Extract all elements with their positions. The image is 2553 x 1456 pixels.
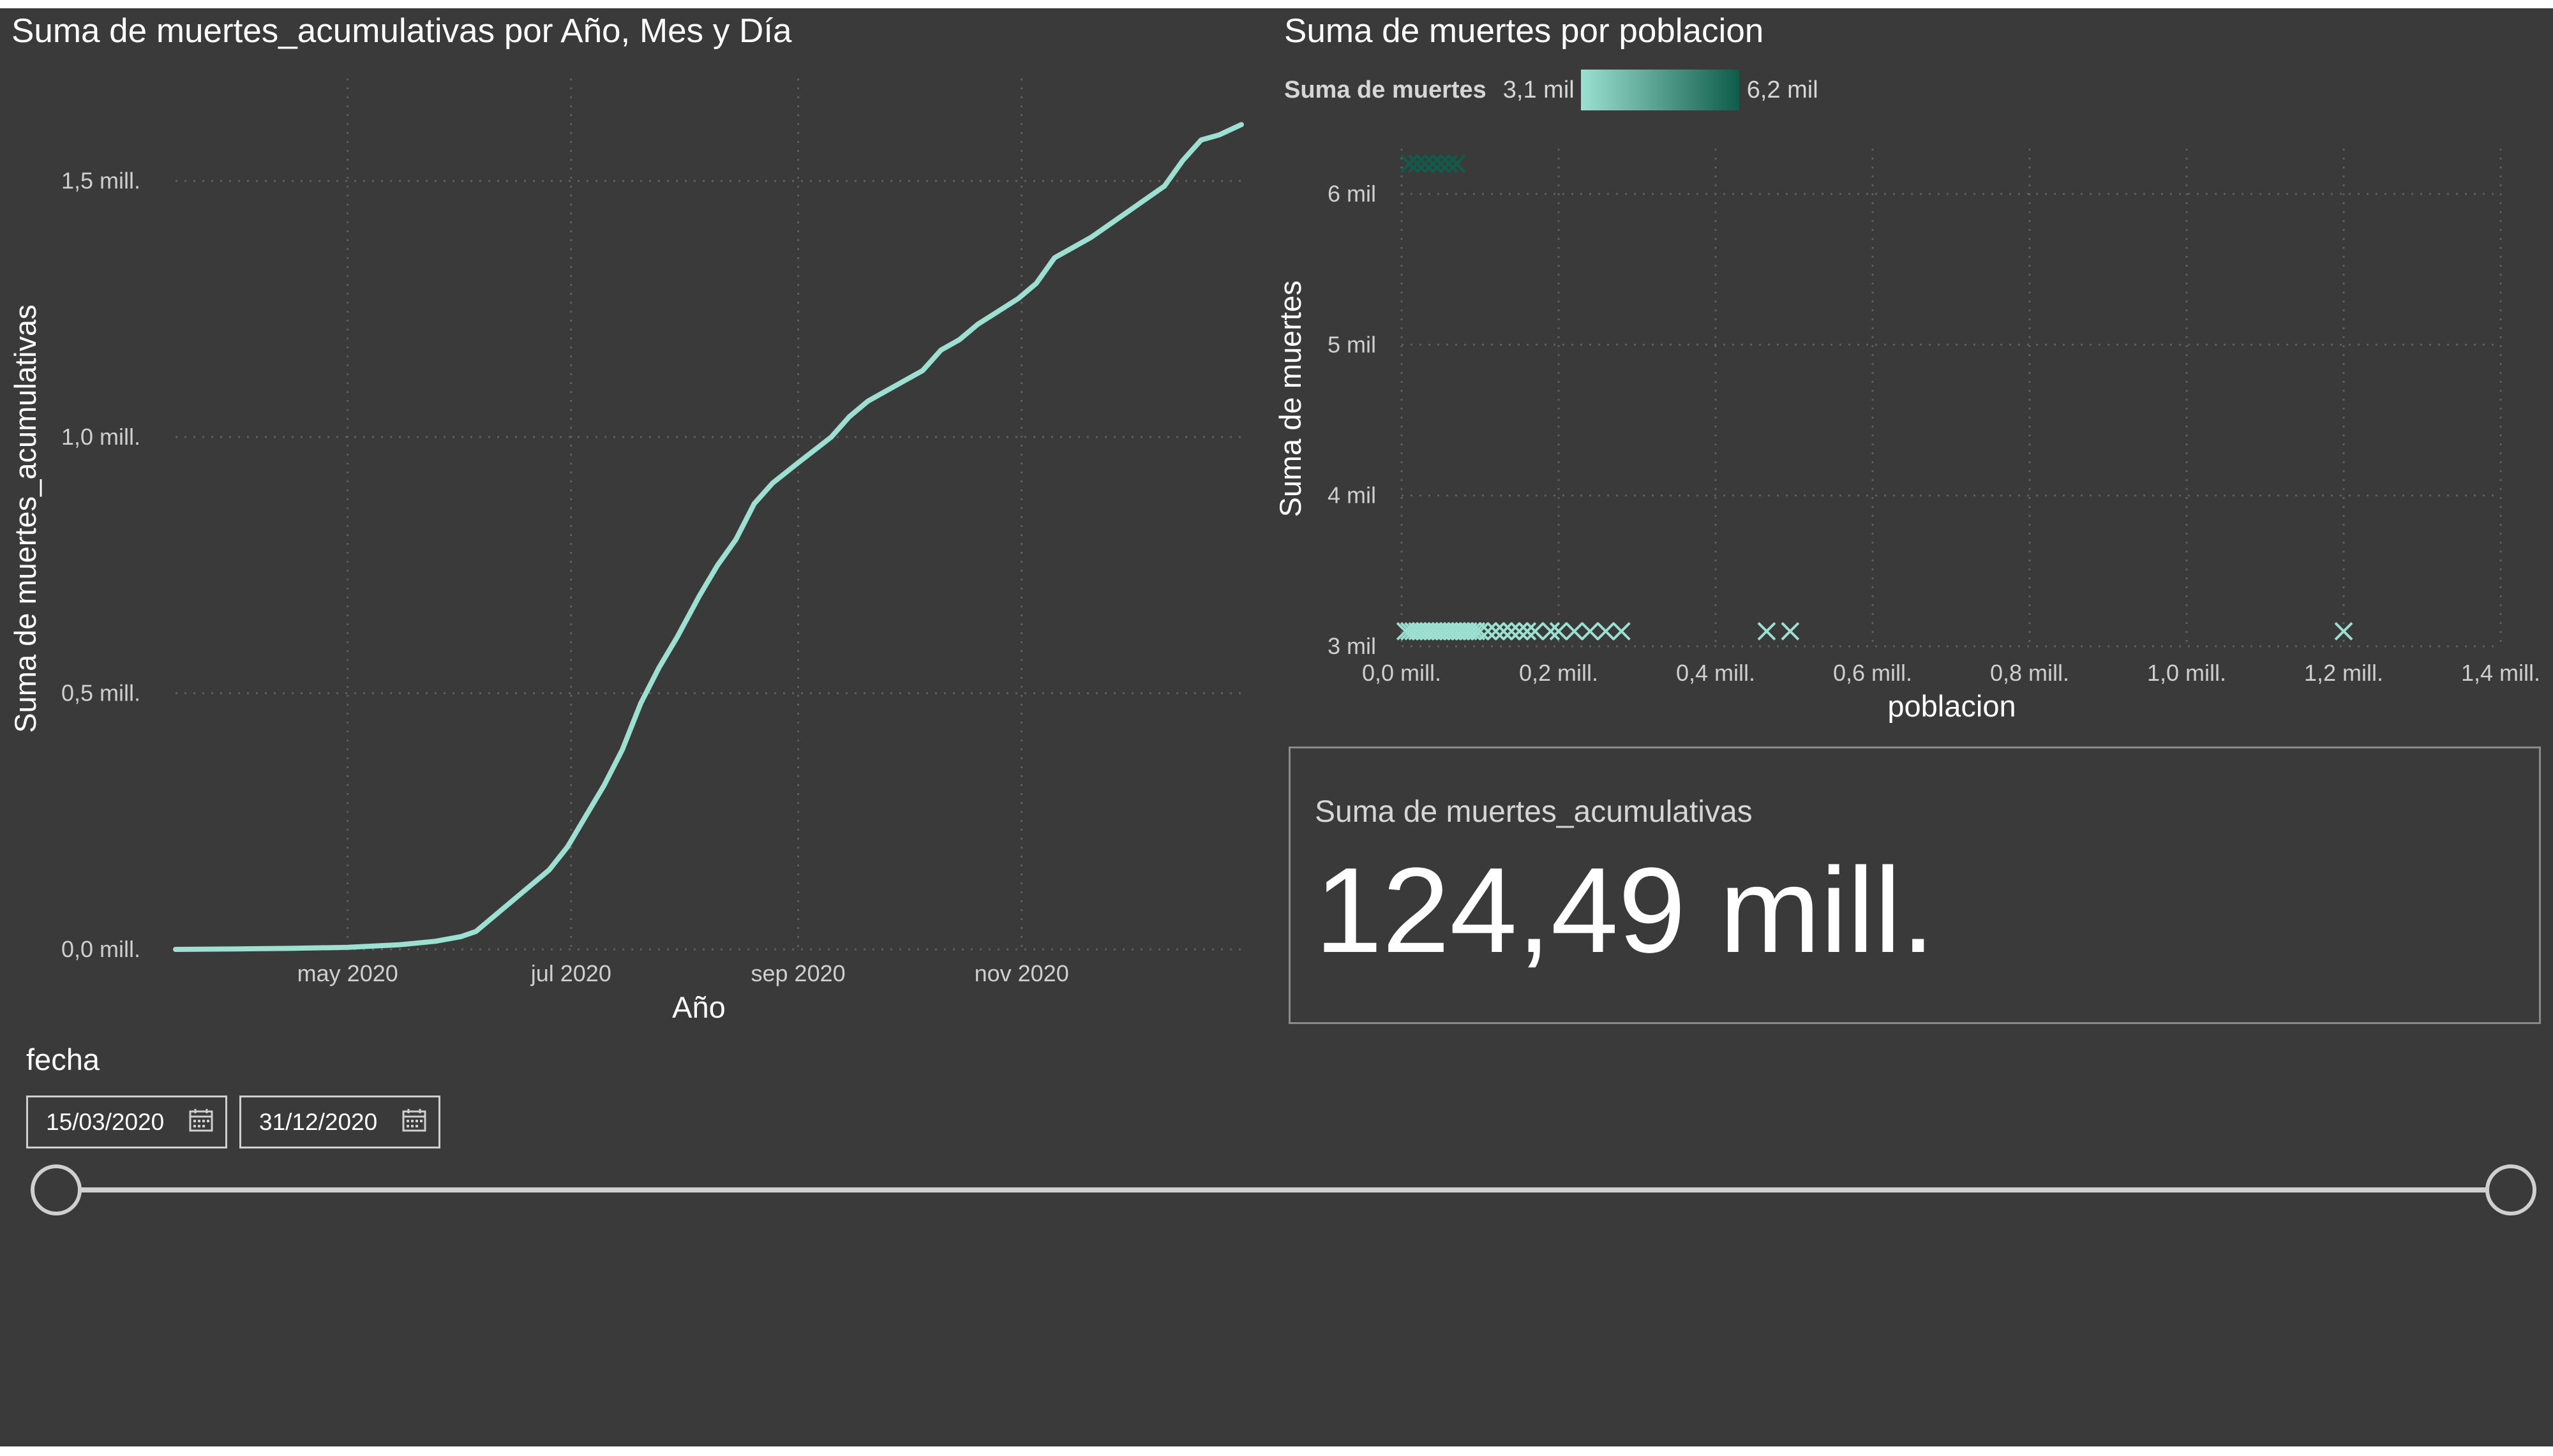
x-tick-label: 0,4 mill. — [1676, 660, 1755, 686]
line-series-path — [173, 122, 1244, 952]
scatter-point[interactable] — [1757, 621, 1776, 641]
line-chart: 0,0 mill. 0,5 mill. 1,0 mill. 1,5 mill. may… — [8, 78, 1244, 1024]
scatter-point[interactable] — [1494, 621, 1513, 641]
x-tick-label: nov 2020 — [975, 960, 1069, 986]
scatter-chart-grid — [1400, 149, 2502, 648]
scatter-chart-y-axis-title: Suma de muertes — [1273, 281, 1307, 517]
scatter-point[interactable] — [1525, 621, 1545, 641]
scatter-point[interactable] — [1596, 621, 1615, 641]
slider-start-handle[interactable] — [31, 1164, 82, 1215]
end-date-input[interactable]: 31/12/2020 — [239, 1096, 440, 1148]
date-range-slider[interactable] — [0, 1157, 2553, 1227]
scatter-chart-x-axis-title: poblacion — [1887, 689, 2016, 723]
line-chart-y-axis: 0,0 mill. 0,5 mill. 1,0 mill. 1,5 mill. — [61, 168, 140, 962]
scatter-point[interactable] — [2334, 621, 2353, 641]
x-tick-label: 0,8 mill. — [1990, 660, 2069, 686]
y-tick-label: 1,5 mill. — [61, 168, 140, 194]
calendar-icon[interactable] — [188, 1108, 214, 1133]
x-tick-label: 1,0 mill. — [2147, 660, 2226, 686]
scatter-point[interactable] — [1400, 154, 1419, 174]
scatter-point[interactable] — [1502, 621, 1521, 641]
scatter-chart-points — [1396, 154, 2353, 641]
x-tick-label: 0,0 mill. — [1362, 660, 1441, 686]
x-tick-label: 0,2 mill. — [1519, 660, 1598, 686]
line-chart-x-axis-title: Año — [672, 990, 726, 1024]
calendar-icon[interactable] — [401, 1108, 427, 1133]
kpi-card-label: Suma de muertes_acumulativas — [1315, 795, 1753, 829]
scatter-point[interactable] — [1432, 154, 1450, 174]
scatter-point[interactable] — [1781, 621, 1800, 641]
kpi-card-value: 124,49 mill. — [1315, 843, 1935, 978]
scatter-point[interactable] — [1541, 621, 1561, 641]
scatter-chart-x-axis: 0,0 mill. 0,2 mill. 0,4 mill. 0,6 mill. 0,8 … — [1362, 660, 2540, 686]
line-chart-y-axis-title: Suma de muertes_acumulativas — [8, 304, 42, 732]
scatter-point[interactable] — [1478, 621, 1497, 641]
x-tick-label: jul 2020 — [530, 960, 611, 986]
line-chart-x-axis: may 2020 jul 2020 sep 2020 nov 2020 — [297, 960, 1069, 986]
slider-end-handle[interactable] — [2485, 1164, 2536, 1215]
scatter-point[interactable] — [1471, 621, 1490, 641]
end-date-value: 31/12/2020 — [259, 1108, 378, 1135]
x-tick-label: 1,2 mill. — [2304, 660, 2383, 686]
scatter-point[interactable] — [1518, 621, 1537, 641]
report-canvas: Suma de muertes_acumulativas por Año, Me… — [0, 8, 2553, 1446]
scatter-point[interactable] — [1447, 154, 1466, 174]
y-tick-label: 0,0 mill. — [61, 936, 140, 962]
x-tick-label: may 2020 — [297, 960, 398, 986]
y-tick-label: 3 mil — [1328, 633, 1376, 659]
y-tick-label: 4 mil — [1328, 482, 1376, 509]
start-date-value: 15/03/2020 — [46, 1108, 165, 1135]
scatter-chart: 3 mil4 mil5 mil6 mil 0,0 mill. 0,2 mill. 0… — [1273, 149, 2540, 723]
y-tick-label: 6 mil — [1328, 181, 1376, 207]
scatter-point[interactable] — [1439, 154, 1458, 174]
scatter-point[interactable] — [1612, 621, 1631, 641]
scatter-point[interactable] — [1486, 621, 1506, 641]
scatter-point[interactable] — [1510, 621, 1529, 641]
scatter-point[interactable] — [1423, 154, 1442, 174]
x-tick-label: 0,6 mill. — [1833, 660, 1912, 686]
line-chart-grid — [176, 78, 1241, 951]
x-tick-label: 1,4 mill. — [2461, 660, 2540, 686]
scatter-point[interactable] — [1408, 154, 1427, 174]
scatter-point[interactable] — [1549, 621, 1568, 641]
y-tick-label: 5 mil — [1328, 331, 1376, 357]
start-date-input[interactable]: 15/03/2020 — [26, 1096, 227, 1148]
line-chart-series — [173, 122, 1244, 952]
scatter-point[interactable] — [1416, 154, 1435, 174]
scatter-chart-y-axis: 3 mil 4 mil 5 mil 6 mil — [1328, 181, 1376, 659]
y-tick-label: 1,0 mill. — [61, 424, 140, 450]
scatter-point[interactable] — [1565, 621, 1584, 641]
scatter-point[interactable] — [1463, 621, 1482, 641]
kpi-card: Suma de muertes_acumulativas 124,49 mill… — [1289, 747, 2541, 1024]
scatter-point[interactable] — [1580, 621, 1599, 641]
y-tick-label: 0,5 mill. — [61, 680, 140, 706]
slicer-title: fecha — [26, 1043, 100, 1076]
x-tick-label: sep 2020 — [751, 960, 846, 986]
